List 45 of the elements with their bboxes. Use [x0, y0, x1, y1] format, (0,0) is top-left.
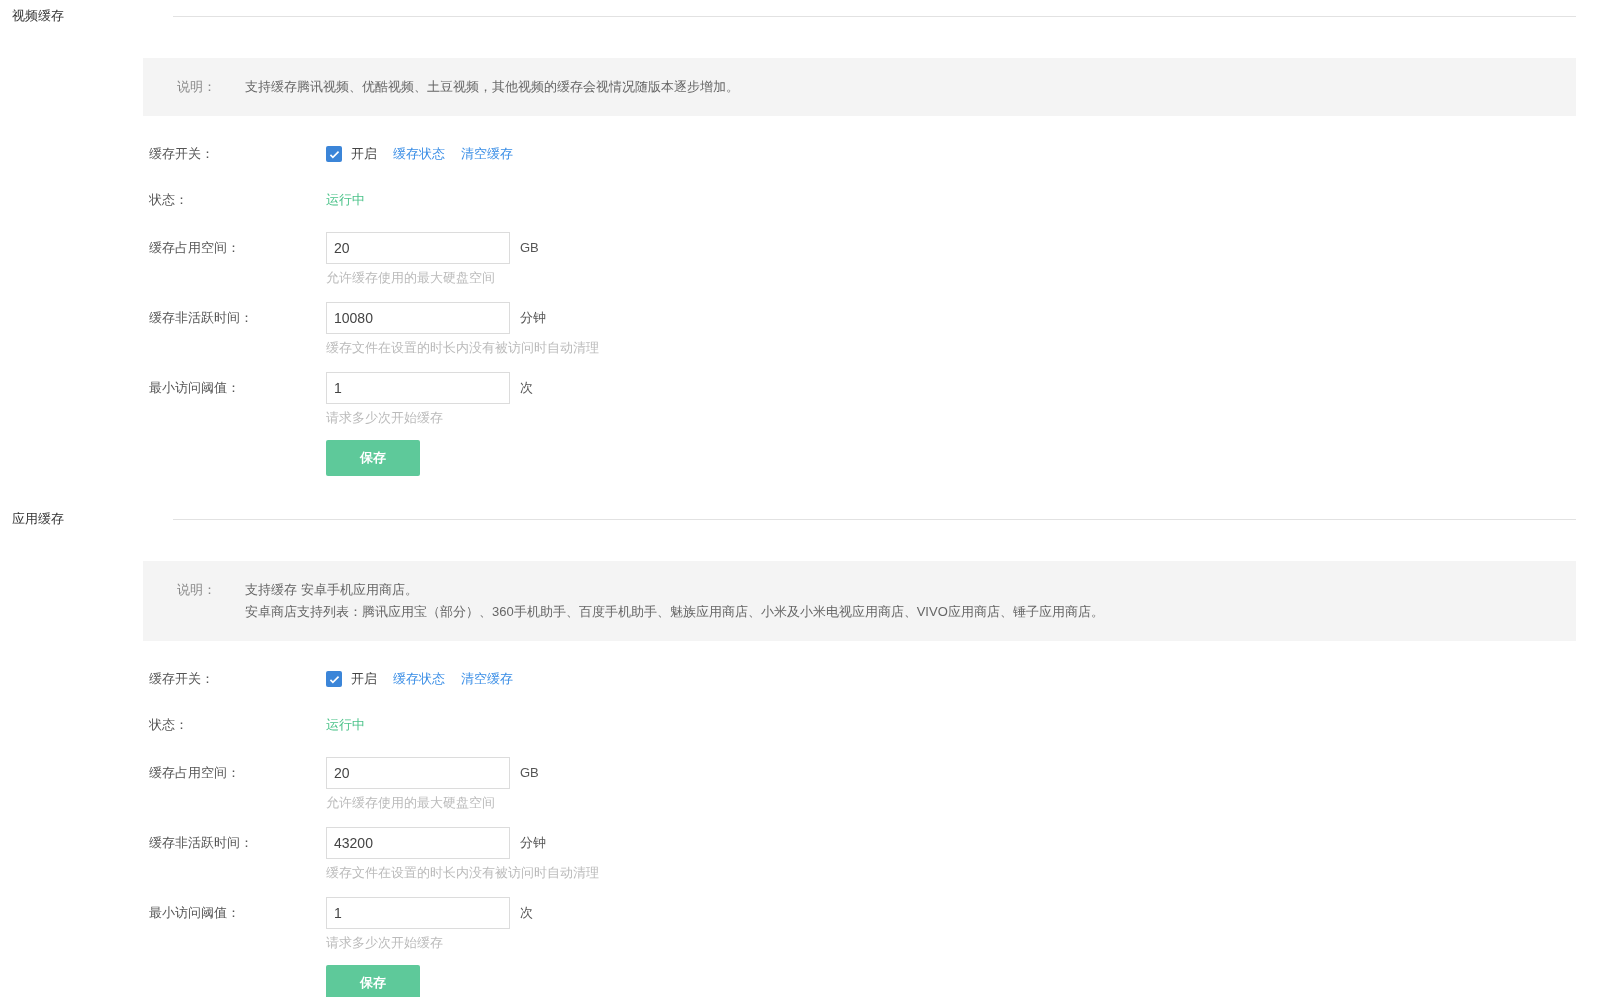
link[interactable]: 缓存状态	[393, 669, 445, 689]
note-label: 说明：	[177, 78, 217, 96]
section-title: 视频缓存	[12, 7, 65, 26]
input-field[interactable]: 1	[326, 897, 510, 929]
checkbox[interactable]	[326, 146, 342, 162]
unit-label: 次	[520, 904, 533, 923]
unit-label: 分钟	[520, 309, 546, 328]
field-label: 缓存非活跃时间：	[149, 834, 254, 853]
unit-label: GB	[520, 764, 539, 783]
section-title: 应用缓存	[12, 510, 65, 529]
unit-label: 次	[520, 379, 533, 398]
field-label: 缓存开关：	[149, 670, 215, 689]
input-field[interactable]: 43200	[326, 827, 510, 859]
field-label: 状态：	[149, 716, 189, 735]
field-label: 状态：	[149, 191, 189, 210]
hint-text: 缓存文件在设置的时长内没有被访问时自动清理	[326, 865, 600, 881]
field-label: 最小访问阈值：	[149, 904, 241, 923]
field-label: 缓存占用空间：	[149, 239, 241, 258]
unit-label: 分钟	[520, 834, 546, 853]
note-text: 支持缓存腾讯视频、优酷视频、土豆视频，其他视频的缓存会视情况随版本逐步增加。	[245, 78, 739, 96]
status-text: 运行中	[326, 716, 365, 735]
status-text: 运行中	[326, 191, 365, 210]
link[interactable]: 缓存状态	[393, 144, 445, 164]
input-field[interactable]: 10080	[326, 302, 510, 334]
hint-text: 允许缓存使用的最大硬盘空间	[326, 270, 496, 286]
input-field[interactable]: 20	[326, 757, 510, 789]
hint-text: 允许缓存使用的最大硬盘空间	[326, 795, 496, 811]
field-label: 缓存非活跃时间：	[149, 309, 254, 328]
field-label: 最小访问阈值：	[149, 379, 241, 398]
link[interactable]: 清空缓存	[461, 669, 513, 689]
hint-text: 请求多少次开始缓存	[326, 935, 444, 951]
checkbox[interactable]	[326, 671, 342, 687]
link[interactable]: 清空缓存	[461, 144, 513, 164]
hint-text: 请求多少次开始缓存	[326, 410, 444, 426]
field-label: 缓存开关：	[149, 145, 215, 164]
note-label: 说明：	[177, 581, 217, 599]
checkbox-label: 开启	[351, 145, 377, 164]
note-text: 支持缓存 安卓手机应用商店。	[245, 581, 419, 599]
field-label: 缓存占用空间：	[149, 764, 241, 783]
note-text: 安卓商店支持列表：腾讯应用宝（部分）、360手机助手、百度手机助手、魅族应用商店、小米及小米电视应用商店、VIVO应用商店、锤子应用商店。	[245, 603, 1104, 621]
checkbox-label: 开启	[351, 670, 377, 689]
input-field[interactable]: 1	[326, 372, 510, 404]
input-field[interactable]: 20	[326, 232, 510, 264]
hint-text: 缓存文件在设置的时长内没有被访问时自动清理	[326, 340, 600, 356]
unit-label: GB	[520, 239, 539, 258]
